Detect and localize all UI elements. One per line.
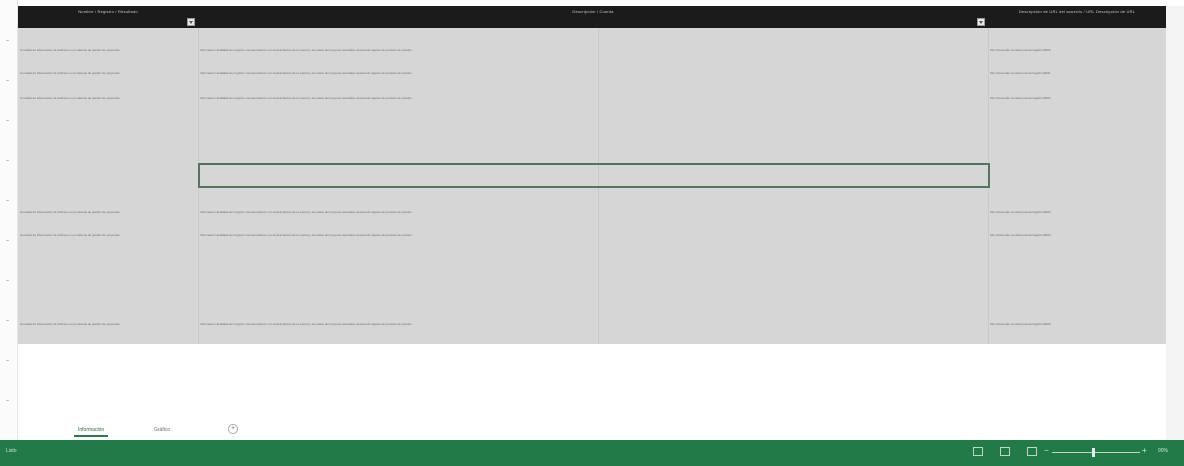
plus-icon[interactable]: + xyxy=(228,424,238,434)
status-ready: Listo xyxy=(6,448,17,454)
cell-description[interactable]: Información detallada del registro corre… xyxy=(200,48,985,62)
selected-cell-range[interactable] xyxy=(198,163,990,188)
table-row[interactable]: Consulta de información de archivos en e… xyxy=(18,233,1166,247)
cell-description[interactable]: Información detallada del registro corre… xyxy=(200,96,985,110)
ruler-tick xyxy=(6,360,9,361)
cell-description[interactable]: Información detallada del registro corre… xyxy=(200,233,985,247)
ruler-tick xyxy=(6,120,9,121)
zoom-slider[interactable] xyxy=(1052,452,1140,453)
ruler-tick xyxy=(6,400,9,401)
zoom-level[interactable]: 90% xyxy=(1158,448,1168,454)
zoom-in-icon[interactable]: + xyxy=(1142,446,1147,455)
header-cell-3[interactable]: Descripción de URL del acuerdo / URL Des… xyxy=(988,6,1166,28)
cell-description[interactable]: Información detallada del registro corre… xyxy=(200,322,985,336)
ruler-tick xyxy=(6,200,9,201)
table-header: Nombre / Registro / Resultado Descripció… xyxy=(18,6,1166,28)
cell-name[interactable]: Consulta de información de archivos en e… xyxy=(20,233,196,247)
cell-name[interactable]: Consulta de información de archivos en e… xyxy=(20,322,196,336)
cell-url[interactable]: http://www.sitio.com/documento/registro/… xyxy=(990,96,1164,110)
table-row[interactable]: Consulta de información de archivos en e… xyxy=(18,322,1166,336)
row-ruler xyxy=(0,0,18,440)
header-label-3: Descripción de URL del acuerdo / URL Des… xyxy=(1018,9,1136,14)
cell-description[interactable]: Información detallada del registro corre… xyxy=(200,71,985,85)
table-row[interactable]: Consulta de información de archivos en e… xyxy=(18,48,1166,62)
cell-url[interactable]: http://www.sitio.com/documento/registro/… xyxy=(990,210,1164,224)
zoom-slider-thumb[interactable] xyxy=(1092,448,1095,457)
ruler-tick xyxy=(6,240,9,241)
cell-name[interactable]: Consulta de información de archivos en e… xyxy=(20,71,196,85)
table-row[interactable]: Consulta de información de archivos en e… xyxy=(18,71,1166,85)
ruler-tick xyxy=(6,160,9,161)
ruler-tick xyxy=(6,280,9,281)
vertical-scrollbar[interactable] xyxy=(1166,6,1184,440)
status-bar: Listo − + 90% xyxy=(0,440,1184,466)
filter-dropdown-icon[interactable] xyxy=(977,18,985,26)
cell-url[interactable]: http://www.sitio.com/documento/registro/… xyxy=(990,48,1164,62)
cell-name[interactable]: Consulta de información de archivos en e… xyxy=(20,210,196,224)
cell-description[interactable]: Información detallada del registro corre… xyxy=(200,210,985,224)
spreadsheet-grid[interactable]: Consulta de información de archivos en e… xyxy=(18,28,1166,344)
header-cell-2[interactable]: Descripción / Cuenta xyxy=(198,6,988,28)
sheet-tabs: Información Gráfico + xyxy=(18,420,1166,440)
table-row[interactable]: Consulta de información de archivos en e… xyxy=(18,96,1166,110)
cell-name[interactable]: Consulta de información de archivos en e… xyxy=(20,96,196,110)
filter-dropdown-icon[interactable] xyxy=(187,18,195,26)
cell-url[interactable]: http://www.sitio.com/documento/registro/… xyxy=(990,322,1164,336)
tab-informacion[interactable]: Información xyxy=(74,425,109,437)
cell-url[interactable]: http://www.sitio.com/documento/registro/… xyxy=(990,233,1164,247)
page-break-icon[interactable] xyxy=(1027,447,1037,456)
ruler-tick xyxy=(6,320,9,321)
page-layout-icon[interactable] xyxy=(1000,447,1010,456)
cell-name[interactable]: Consulta de información de archivos en e… xyxy=(20,48,196,62)
zoom-out-icon[interactable]: − xyxy=(1044,446,1049,455)
header-label-1: Nombre / Registro / Resultado xyxy=(78,9,138,14)
ruler-tick xyxy=(6,40,9,41)
cell-url[interactable]: http://www.sitio.com/documento/registro/… xyxy=(990,71,1164,85)
table-row[interactable]: Consulta de información de archivos en e… xyxy=(18,210,1166,224)
tab-grafico[interactable]: Gráfico xyxy=(150,425,174,437)
ruler-tick xyxy=(6,80,9,81)
header-label-2: Descripción / Cuenta xyxy=(572,9,614,14)
header-cell-1[interactable]: Nombre / Registro / Resultado xyxy=(18,6,198,28)
normal-view-icon[interactable] xyxy=(973,447,983,456)
